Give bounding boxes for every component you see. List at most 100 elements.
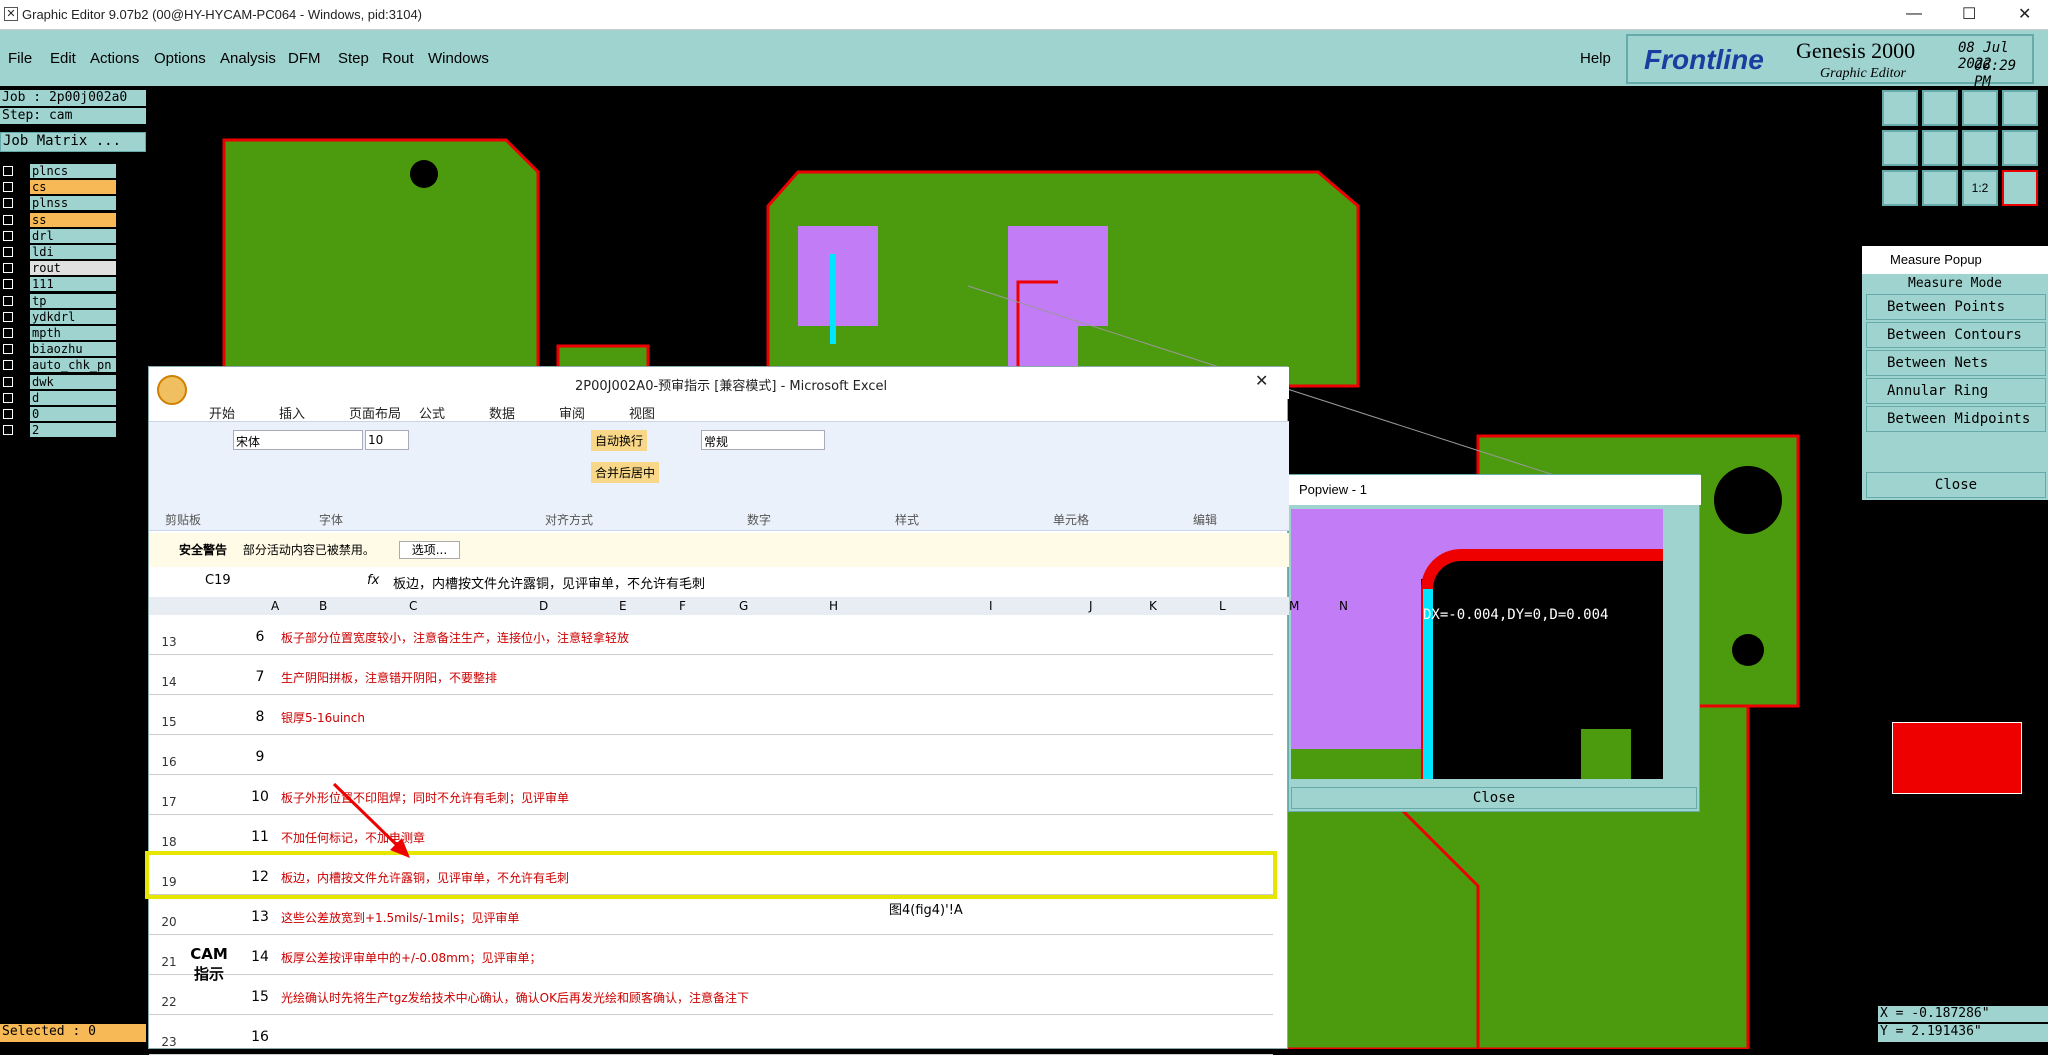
column-header[interactable]: I — [989, 599, 993, 613]
table-row[interactable]: 19 12 板边，内槽按文件允许露铜，见评审单，不允许有毛刺 — [145, 851, 1277, 899]
cell-text[interactable]: 银厚5-16uinch — [281, 709, 365, 726]
tb-snap-icon[interactable] — [1882, 90, 1918, 126]
cell-text[interactable]: 板子外形位置不印阻焊；同时不允许有毛刺；见评审单 — [281, 789, 569, 806]
cell-text[interactable]: 这些公差放宽到+1.5mils/-1mils；见评审单 — [281, 909, 519, 926]
minimize-button[interactable]: — — [1906, 5, 1922, 23]
column-header[interactable]: L — [1219, 599, 1226, 613]
table-row[interactable]: 23 16 — [149, 1015, 1273, 1055]
menu-analysis[interactable]: Analysis — [220, 50, 276, 67]
layer-checkbox[interactable] — [3, 425, 13, 436]
menu-help[interactable]: Help — [1580, 50, 1611, 67]
cell-text[interactable]: 板边，内槽按文件允许露铜，见评审单，不允许有毛刺 — [281, 869, 569, 886]
menu-dfm[interactable]: DFM — [288, 50, 321, 67]
excel-close-icon[interactable]: ✕ — [1255, 371, 1268, 390]
layer-row[interactable]: 0 — [0, 407, 116, 421]
table-row[interactable]: 18 11 不加任何标记，不加电测章 — [149, 815, 1273, 855]
ribbon-tab[interactable]: 页面布局 — [349, 403, 401, 422]
layer-checkbox[interactable] — [3, 295, 13, 306]
column-header[interactable]: H — [829, 599, 838, 613]
tb-fit2-icon[interactable] — [1922, 170, 1958, 206]
menu-step[interactable]: Step — [338, 50, 369, 67]
security-options-button[interactable]: 选项... — [398, 541, 461, 559]
table-row[interactable]: 17 10 板子外形位置不印阻焊；同时不允许有毛刺；见评审单 — [149, 775, 1273, 815]
layer-row[interactable]: 2 — [0, 423, 116, 438]
tb-zoom-icon[interactable] — [1922, 90, 1958, 126]
mode-annular-ring[interactable]: Annular Ring — [1866, 378, 2046, 404]
font-size-box[interactable]: 10 — [365, 430, 409, 450]
layer-row[interactable]: rout — [0, 261, 116, 276]
layer-checkbox[interactable] — [3, 360, 13, 371]
ribbon-tab[interactable]: 插入 — [279, 403, 305, 422]
layer-row[interactable]: d — [0, 390, 116, 405]
column-header[interactable]: E — [619, 599, 627, 613]
layer-row[interactable]: ydkdrl — [0, 309, 116, 324]
column-header[interactable]: K — [1149, 599, 1157, 613]
menu-file[interactable]: File — [8, 50, 32, 67]
ribbon-tab[interactable]: 公式 — [419, 403, 445, 422]
layer-checkbox[interactable] — [3, 311, 13, 322]
column-header[interactable]: F — [679, 599, 686, 613]
column-header[interactable]: B — [319, 599, 327, 613]
table-row[interactable]: 14 7 生产阴阳拼板，注意错开阴阳，不要整排 — [149, 655, 1273, 695]
name-box[interactable]: C19 — [205, 573, 231, 588]
layer-row[interactable]: auto_chk_pn — [0, 358, 116, 373]
layer-row[interactable]: 111 — [0, 277, 116, 292]
menu-actions[interactable]: Actions — [90, 50, 139, 67]
tb-home-icon[interactable] — [1962, 90, 1998, 126]
layer-row[interactable]: biaozhu — [0, 342, 116, 357]
column-header[interactable]: G — [739, 599, 748, 613]
job-matrix-button[interactable]: Job Matrix ... — [0, 132, 146, 152]
mode-between-contours[interactable]: Between Contours — [1866, 322, 2046, 348]
merge-center-button[interactable]: 合并后居中 — [591, 462, 660, 483]
layer-checkbox[interactable] — [3, 182, 13, 193]
cell-text[interactable]: 板厚公差按评审单中的+/-0.08mm；见评审单； — [281, 949, 542, 966]
layer-checkbox[interactable] — [3, 230, 13, 241]
column-header[interactable]: C — [409, 599, 417, 613]
layer-checkbox[interactable] — [3, 166, 13, 176]
table-row[interactable]: 15 8 银厚5-16uinch — [149, 695, 1273, 735]
layer-row[interactable]: plnss — [0, 196, 116, 211]
table-row[interactable]: 21 14 板厚公差按评审单中的+/-0.08mm；见评审单； — [149, 935, 1273, 975]
table-row[interactable]: 13 6 板子部分位置宽度较小，注意备注生产，连接位小，注意轻拿轻放 — [149, 615, 1273, 655]
tb-s-icon[interactable] — [2002, 130, 2038, 166]
font-name-box[interactable]: 宋体 — [233, 430, 363, 450]
layer-checkbox[interactable] — [3, 392, 13, 403]
tb-left-icon[interactable] — [1882, 130, 1918, 166]
maximize-button[interactable]: ☐ — [1962, 4, 1976, 24]
ribbon-tab[interactable]: 审阅 — [559, 403, 585, 422]
tb-mirror-icon[interactable] — [1962, 130, 1998, 166]
cell-text[interactable]: 光绘确认时先将生产tgz发给技术中心确认，确认OK后再发光绘和顾客确认，注意备注… — [281, 989, 749, 1006]
close-button[interactable]: ✕ — [2018, 4, 2031, 24]
tb-fit-icon[interactable] — [1882, 170, 1918, 206]
ribbon-tab[interactable]: 视图 — [629, 403, 655, 422]
number-format-box[interactable]: 常规 — [701, 430, 825, 450]
menu-windows[interactable]: Windows — [428, 50, 489, 67]
worksheet[interactable]: 13 6 板子部分位置宽度较小，注意备注生产，连接位小，注意轻拿轻放 14 7 生产阴阳拼… — [145, 615, 1277, 1055]
tb-help-icon[interactable] — [2002, 170, 2038, 206]
column-header[interactable]: M — [1289, 599, 1299, 613]
layer-checkbox[interactable] — [3, 247, 13, 257]
layer-checkbox[interactable] — [3, 409, 13, 419]
layer-row[interactable]: plncs — [0, 164, 116, 178]
layer-row[interactable]: mpth — [0, 326, 116, 340]
menu-options[interactable]: Options — [154, 50, 206, 67]
layer-checkbox[interactable] — [3, 198, 13, 209]
layer-row[interactable]: ss — [0, 212, 116, 227]
layer-checkbox[interactable] — [3, 279, 13, 290]
mode-between-nets[interactable]: Between Nets — [1866, 350, 2046, 376]
layer-row[interactable]: tp — [0, 293, 116, 308]
layer-row[interactable]: dwk — [0, 374, 116, 389]
column-header[interactable]: A — [271, 599, 279, 613]
menu-rout[interactable]: Rout — [382, 50, 414, 67]
tb-right-icon[interactable] — [1922, 130, 1958, 166]
table-row[interactable]: 16 9 — [149, 735, 1273, 775]
popview-close-button[interactable]: Close — [1291, 787, 1697, 809]
column-header[interactable]: J — [1089, 599, 1093, 613]
cell-text[interactable]: 板子部分位置宽度较小，注意备注生产，连接位小，注意轻拿轻放 — [281, 629, 629, 646]
table-row[interactable]: 20 13 这些公差放宽到+1.5mils/-1mils；见评审单 图4(fig4)'… — [149, 895, 1273, 935]
layer-checkbox[interactable] — [3, 263, 13, 274]
ribbon-tab[interactable]: 开始 — [209, 403, 235, 422]
cell-text[interactable]: 生产阴阳拼板，注意错开阴阳，不要整排 — [281, 669, 497, 686]
tb-full-icon[interactable] — [2002, 90, 2038, 126]
layer-checkbox[interactable] — [3, 328, 13, 338]
